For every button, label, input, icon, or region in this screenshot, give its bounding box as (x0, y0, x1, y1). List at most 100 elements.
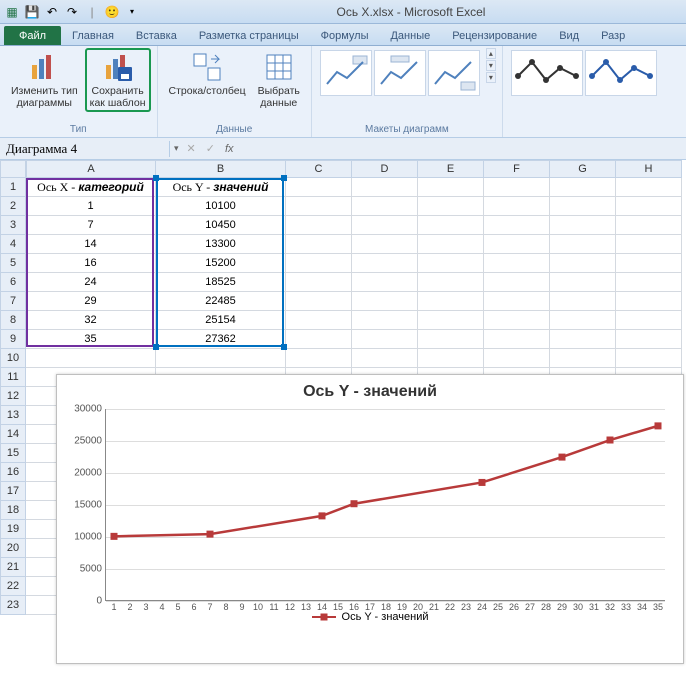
cell[interactable] (418, 216, 484, 235)
cell[interactable] (484, 330, 550, 349)
tab-formulas[interactable]: Формулы (310, 26, 380, 45)
cell[interactable] (352, 311, 418, 330)
layout-item[interactable] (320, 50, 372, 96)
smiley-icon[interactable]: 🙂 (104, 4, 120, 20)
cell[interactable] (352, 178, 418, 197)
cell[interactable]: Ось Y - значений (156, 178, 286, 197)
cell[interactable] (352, 330, 418, 349)
col-header[interactable]: B (156, 160, 286, 178)
cell[interactable] (550, 235, 616, 254)
undo-icon[interactable]: ↶ (44, 4, 60, 20)
row-header[interactable]: 15 (0, 444, 26, 463)
row-header[interactable]: 3 (0, 216, 26, 235)
chart-layout-gallery[interactable] (318, 48, 482, 98)
cell[interactable]: 25154 (156, 311, 286, 330)
cell[interactable]: 24 (26, 273, 156, 292)
cell[interactable] (418, 330, 484, 349)
row-header[interactable]: 4 (0, 235, 26, 254)
col-header[interactable]: H (616, 160, 682, 178)
cell[interactable] (286, 178, 352, 197)
tab-review[interactable]: Рецензирование (441, 26, 548, 45)
cell[interactable] (616, 178, 682, 197)
cell[interactable]: 15200 (156, 254, 286, 273)
style-item[interactable] (511, 50, 583, 96)
cell[interactable] (352, 273, 418, 292)
col-header[interactable]: E (418, 160, 484, 178)
cell[interactable] (616, 349, 682, 368)
cell[interactable]: 13300 (156, 235, 286, 254)
cell[interactable] (352, 292, 418, 311)
cell[interactable] (286, 330, 352, 349)
name-box[interactable]: Диаграмма 4 (0, 141, 170, 157)
cell[interactable]: 7 (26, 216, 156, 235)
col-header[interactable]: D (352, 160, 418, 178)
cell[interactable]: Ось X - категорий (26, 178, 156, 197)
cell[interactable]: 32 (26, 311, 156, 330)
row-header[interactable]: 12 (0, 387, 26, 406)
row-header[interactable]: 14 (0, 425, 26, 444)
cell[interactable]: 18525 (156, 273, 286, 292)
layout-item[interactable] (374, 50, 426, 96)
tab-home[interactable]: Главная (61, 26, 125, 45)
cell[interactable] (286, 349, 352, 368)
cell[interactable]: 1 (26, 197, 156, 216)
cell[interactable] (616, 197, 682, 216)
row-header[interactable]: 23 (0, 596, 26, 615)
tab-pagelayout[interactable]: Разметка страницы (188, 26, 310, 45)
col-header[interactable]: G (550, 160, 616, 178)
tab-insert[interactable]: Вставка (125, 26, 188, 45)
cell[interactable] (550, 311, 616, 330)
row-header[interactable]: 20 (0, 539, 26, 558)
cell[interactable] (484, 235, 550, 254)
gallery-down-icon[interactable]: ▾ (486, 60, 496, 71)
row-header[interactable]: 21 (0, 558, 26, 577)
row-header[interactable]: 19 (0, 520, 26, 539)
redo-icon[interactable]: ↷ (64, 4, 80, 20)
cell[interactable]: 10450 (156, 216, 286, 235)
cell[interactable] (352, 235, 418, 254)
tab-dev[interactable]: Разр (590, 26, 636, 45)
row-header[interactable]: 7 (0, 292, 26, 311)
row-header[interactable]: 18 (0, 501, 26, 520)
cell[interactable] (616, 254, 682, 273)
cell[interactable] (616, 330, 682, 349)
cell[interactable] (352, 216, 418, 235)
row-header[interactable]: 6 (0, 273, 26, 292)
cell[interactable] (418, 235, 484, 254)
cell[interactable] (352, 197, 418, 216)
tab-data[interactable]: Данные (379, 26, 441, 45)
cell[interactable] (616, 311, 682, 330)
cell[interactable] (286, 197, 352, 216)
save-as-template-button[interactable]: Сохранить как шаблон (85, 48, 151, 112)
row-header[interactable]: 1 (0, 178, 26, 197)
cell[interactable] (418, 254, 484, 273)
cell[interactable] (616, 273, 682, 292)
tab-view[interactable]: Вид (548, 26, 590, 45)
cell[interactable]: 10100 (156, 197, 286, 216)
cell[interactable] (286, 292, 352, 311)
cell[interactable] (352, 254, 418, 273)
cell[interactable]: 22485 (156, 292, 286, 311)
cell[interactable] (550, 292, 616, 311)
row-header[interactable]: 10 (0, 349, 26, 368)
cell[interactable] (418, 311, 484, 330)
cell[interactable] (418, 292, 484, 311)
cell[interactable] (550, 349, 616, 368)
cell[interactable]: 14 (26, 235, 156, 254)
cell[interactable] (286, 254, 352, 273)
change-chart-type-button[interactable]: Изменить тип диаграммы (6, 48, 83, 112)
tab-file[interactable]: Файл (4, 26, 61, 45)
cell[interactable] (484, 178, 550, 197)
cell[interactable] (550, 273, 616, 292)
chart-style-gallery[interactable] (509, 48, 659, 98)
select-all-corner[interactable] (0, 160, 26, 178)
cell[interactable] (484, 349, 550, 368)
cell[interactable] (352, 349, 418, 368)
cell[interactable]: 27362 (156, 330, 286, 349)
cell[interactable] (418, 273, 484, 292)
cell[interactable] (550, 197, 616, 216)
cell[interactable] (550, 330, 616, 349)
fx-cancel-icon[interactable]: ✕ (187, 142, 196, 155)
cell[interactable] (484, 292, 550, 311)
fx-label[interactable]: fx (225, 143, 234, 155)
